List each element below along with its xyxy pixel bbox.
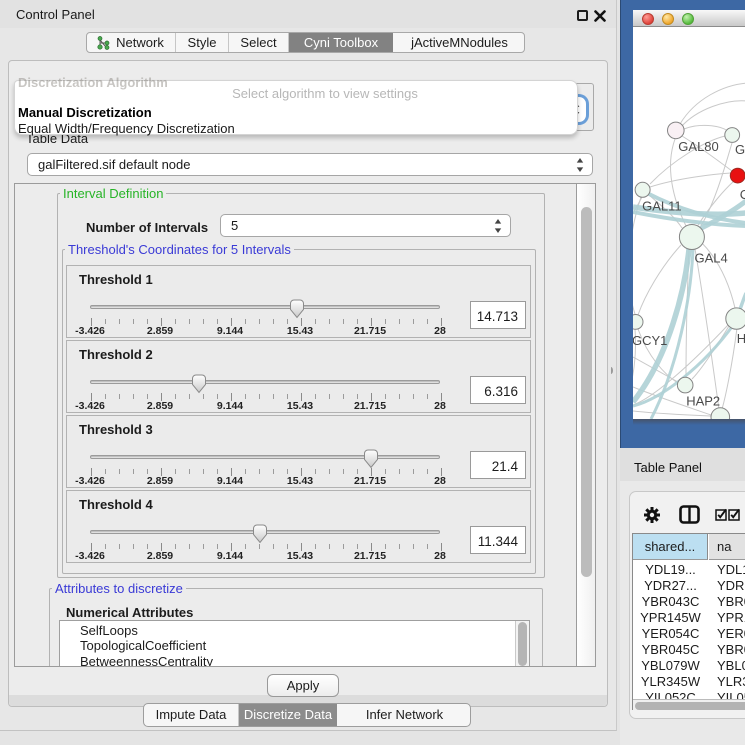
svg-text:C: C — [740, 187, 745, 202]
svg-text:GAL11: GAL11 — [642, 198, 682, 213]
svg-text:GAL4: GAL4 — [695, 251, 728, 266]
svg-text:HAP2: HAP2 — [686, 394, 720, 409]
svg-text:GA: GA — [735, 142, 745, 157]
svg-text:GAL80: GAL80 — [678, 139, 718, 154]
svg-text:H: H — [737, 331, 745, 346]
svg-text:GCY1: GCY1 — [633, 333, 667, 348]
